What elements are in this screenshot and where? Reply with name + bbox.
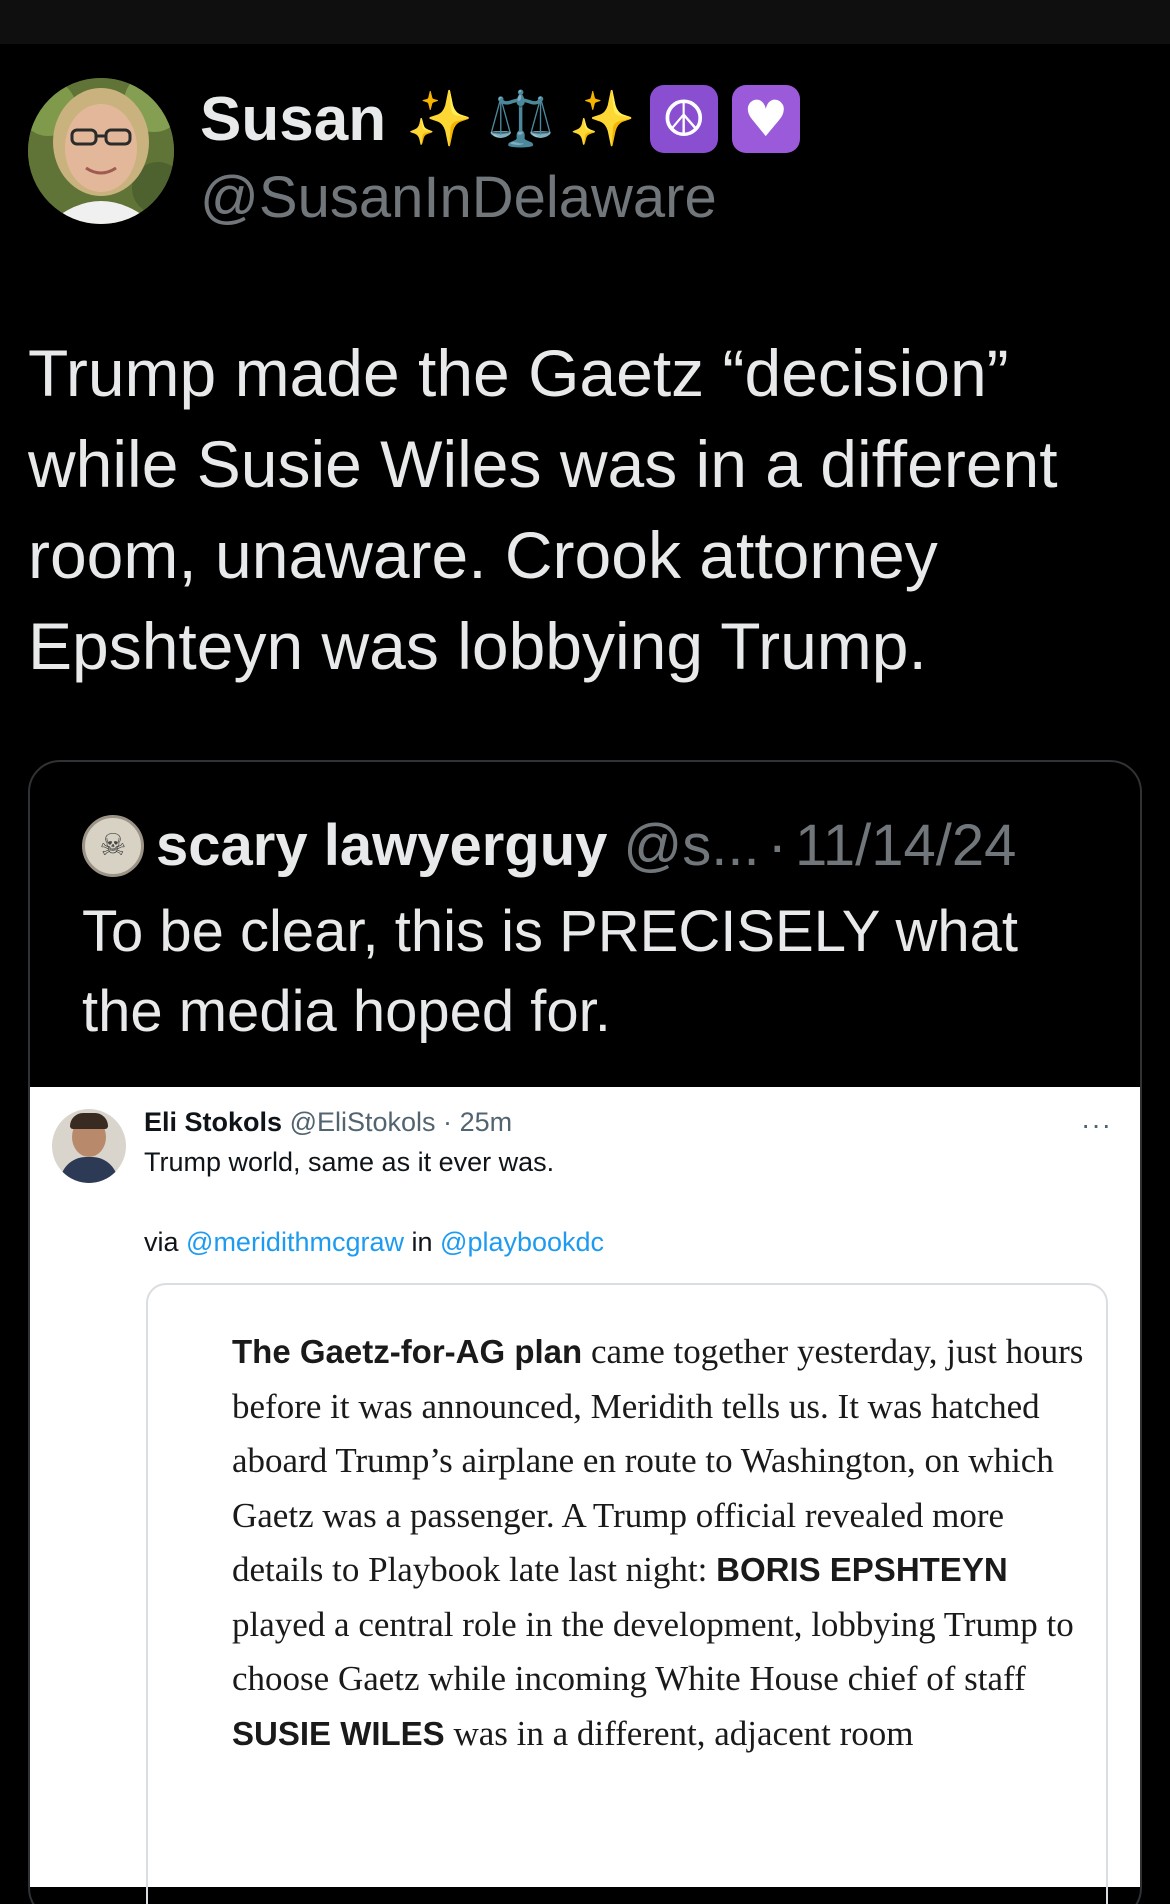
screenshot-author-handle: @EliStokols — [289, 1107, 436, 1137]
article-excerpt-text: The Gaetz-for-AG plan came together yest… — [232, 1325, 1092, 1761]
screenshot-via-line: via @meridithmcgraw in @playbookdc — [144, 1227, 604, 1258]
attached-screenshot[interactable]: Eli Stokols @EliStokols · 25m ··· Trump … — [30, 1087, 1140, 1904]
tweet-author[interactable]: Susan ✨ ⚖️ ✨ ☮ ♥ @SusanInDelaware — [28, 78, 1148, 231]
quoted-author-name[interactable]: scary lawyerguy — [156, 812, 607, 879]
article-text-segment: played a central role in the development… — [232, 1604, 1074, 1699]
balance-scale-icon: ⚖️ — [487, 87, 555, 150]
quoted-date: 11/14/24 — [794, 813, 1017, 878]
quoted-tweet-text: To be clear, this is PRECISELY what the … — [82, 899, 1018, 1044]
via-label: via — [144, 1227, 179, 1257]
skull-icon: ☠ — [99, 828, 127, 863]
more-options-icon: ··· — [1081, 1109, 1112, 1140]
heart-icon: ♥ — [731, 85, 800, 153]
screenshot-time: 25m — [459, 1107, 513, 1137]
peace-symbol-icon: ☮ — [649, 85, 718, 153]
article-bold-name: SUSIE WILES — [232, 1714, 445, 1752]
separator-dot: · — [443, 1107, 453, 1137]
screenshot-tweet-text: Trump world, same as it ever was. — [144, 1147, 555, 1177]
quoted-tweet[interactable]: ☠ scary lawyerguy @s... · 11/14/24 To be… — [28, 760, 1142, 1904]
quoted-author-avatar[interactable]: ☠ — [82, 814, 144, 877]
author-handle[interactable]: @SusanInDelaware — [200, 164, 800, 231]
author-avatar-image — [28, 78, 174, 224]
article-text-segment: was in a different, adjacent room — [444, 1713, 914, 1753]
author-avatar[interactable] — [28, 78, 174, 224]
tweet-text: Trump made the Gaetz “decision” while Su… — [28, 336, 1058, 683]
quoted-author-handle[interactable]: @s... — [623, 812, 759, 879]
in-label: in — [411, 1227, 433, 1257]
screenshot-author-name: Eli Stokols — [144, 1107, 283, 1137]
sparkles-icon: ✨ — [406, 87, 474, 150]
author-display-name[interactable]: Susan — [200, 84, 386, 155]
mention-link-meridithmcgraw: @meridithmcgraw — [186, 1227, 404, 1257]
sparkles-icon: ✨ — [568, 87, 636, 150]
article-bold-name: BORIS EPSHTEYN — [716, 1551, 1008, 1588]
status-bar — [0, 0, 1170, 44]
article-bold-phrase: The Gaetz-for-AG plan — [232, 1333, 583, 1370]
article-excerpt-card: The Gaetz-for-AG plan came together yest… — [146, 1283, 1108, 1904]
screenshot-author-avatar — [52, 1109, 126, 1183]
mention-link-playbookdc: @playbookdc — [440, 1227, 605, 1257]
separator-dot: · — [767, 813, 787, 878]
